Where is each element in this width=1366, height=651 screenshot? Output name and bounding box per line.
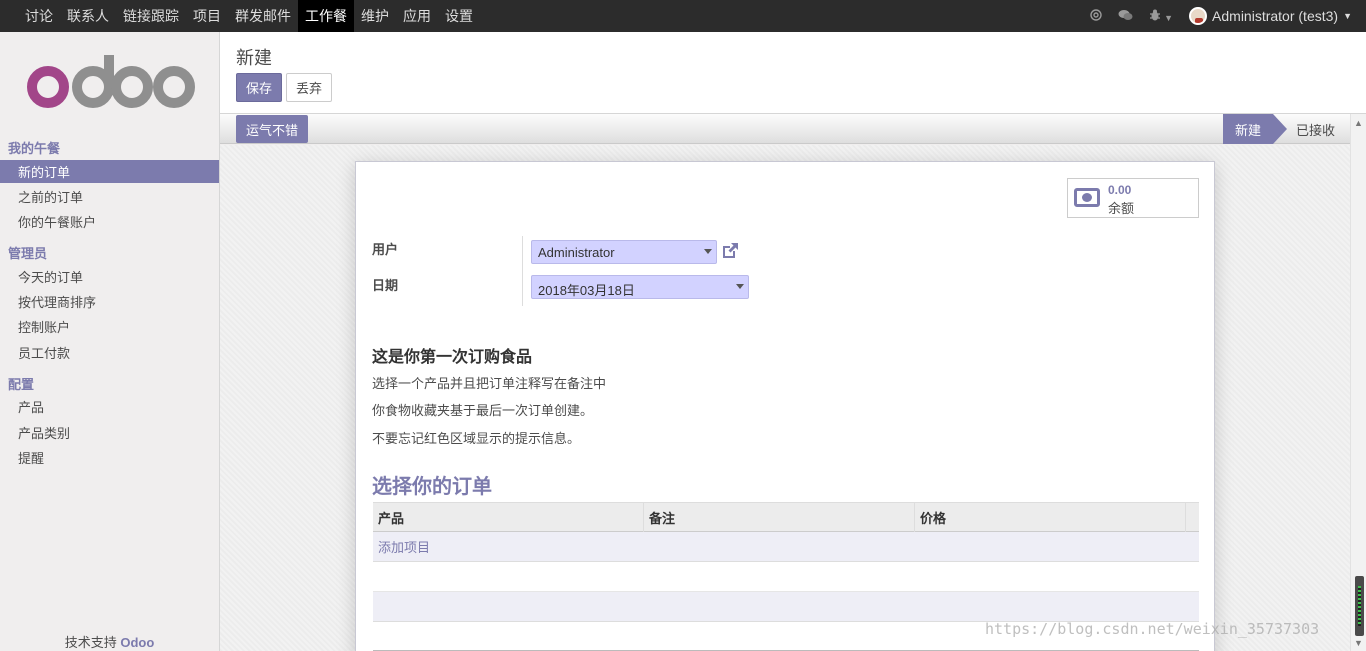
date-field-label: 日期 bbox=[372, 278, 399, 293]
order-table-header: 产品 备注 价格 bbox=[373, 502, 1199, 532]
external-link-icon[interactable] bbox=[720, 241, 740, 261]
sidebar-item-employee-payments[interactable]: 员工付款 bbox=[0, 341, 219, 364]
chevron-down-icon bbox=[736, 284, 744, 289]
sidebar-item-product-categories[interactable]: 产品类别 bbox=[0, 421, 219, 444]
section-my-lunch: 我的午餐 bbox=[8, 141, 61, 156]
date-value: 2018年03月18日 bbox=[538, 283, 635, 298]
table-row bbox=[373, 562, 1199, 592]
chevron-down-icon: ▼ bbox=[1164, 12, 1174, 23]
powered-by-brand-link[interactable]: Odoo bbox=[120, 635, 154, 650]
chat-bubbles-icon[interactable] bbox=[1118, 9, 1133, 24]
user-select-value: Administrator bbox=[538, 245, 615, 260]
sidebar-item-todays-orders[interactable]: 今天的订单 bbox=[0, 265, 219, 288]
column-note[interactable]: 备注 bbox=[644, 503, 915, 532]
sidebar-item-alerts[interactable]: 提醒 bbox=[0, 446, 219, 469]
table-row bbox=[373, 592, 1199, 622]
section-manager: 管理员 bbox=[8, 246, 48, 261]
top-menu: 讨论 联系人 链接跟踪 项目 群发邮件 工作餐 维护 应用 设置 bbox=[0, 0, 480, 32]
sidebar-item-products[interactable]: 产品 bbox=[0, 395, 219, 418]
user-name: Administrator (test3) bbox=[1212, 8, 1339, 24]
menu-contacts[interactable]: 联系人 bbox=[60, 0, 116, 32]
section-configuration: 配置 bbox=[8, 377, 35, 392]
scrollbar-thumb[interactable] bbox=[1355, 576, 1364, 636]
info-line-1: 选择一个产品并且把订单注释写在备注中 bbox=[372, 376, 607, 391]
sidebar-item-lunch-account[interactable]: 你的午餐账户 bbox=[0, 210, 219, 233]
powered-by-prefix: 技术支持 bbox=[64, 635, 117, 650]
user-field-label: 用户 bbox=[372, 242, 399, 257]
top-right-systray: ▼ Administrator (test3) ▼ bbox=[1090, 0, 1366, 32]
menu-settings[interactable]: 设置 bbox=[438, 0, 480, 32]
menu-apps[interactable]: 应用 bbox=[396, 0, 438, 32]
menu-lunch[interactable]: 工作餐 bbox=[298, 0, 354, 32]
stage-arrow bbox=[1273, 114, 1287, 144]
menu-maintenance[interactable]: 维护 bbox=[354, 0, 396, 32]
sidebar-item-control-accounts[interactable]: 控制账户 bbox=[0, 315, 219, 338]
powered-by: 技术支持 Odoo bbox=[0, 632, 219, 651]
vertical-scrollbar[interactable]: ▲ ▼ bbox=[1350, 114, 1366, 651]
date-picker[interactable]: 2018年03月18日 bbox=[531, 275, 749, 299]
stage-confirmed[interactable]: 已接收 bbox=[1296, 114, 1335, 144]
menu-link-tracker[interactable]: 链接跟踪 bbox=[116, 0, 186, 32]
column-price[interactable]: 价格 bbox=[915, 503, 1186, 532]
chevron-down-icon: ▼ bbox=[1343, 11, 1352, 21]
money-icon bbox=[1074, 188, 1100, 207]
watermark-text: https://blog.csdn.net/weixin_35737303 bbox=[985, 620, 1320, 638]
sidebar-item-new-order[interactable]: 新的订单 bbox=[0, 160, 219, 183]
balance-value: 0.00 bbox=[1108, 183, 1132, 197]
user-menu[interactable]: Administrator (test3) ▼ bbox=[1189, 7, 1352, 25]
breadcrumb: 新建 bbox=[236, 48, 272, 68]
first-order-title: 这是你第一次订购食品 bbox=[372, 349, 533, 366]
select-order-title: 选择你的订单 bbox=[372, 476, 492, 498]
control-panel: 新建 保存 丢弃 bbox=[220, 32, 1366, 114]
user-select[interactable]: Administrator bbox=[531, 240, 717, 264]
sidebar-item-by-vendor[interactable]: 按代理商排序 bbox=[0, 290, 219, 313]
bug-debug-icon[interactable]: ▼ bbox=[1149, 9, 1173, 24]
feeling-lucky-button[interactable]: 运气不错 bbox=[236, 115, 309, 143]
stage-new[interactable]: 新建 bbox=[1223, 114, 1273, 144]
info-line-2: 你食物收藏夹基于最后一次订单创建。 bbox=[372, 403, 594, 418]
field-separator bbox=[522, 236, 523, 306]
scroll-down-icon[interactable]: ▼ bbox=[1354, 638, 1363, 648]
menu-mass-mailing[interactable]: 群发邮件 bbox=[228, 0, 298, 32]
column-product[interactable]: 产品 bbox=[373, 503, 644, 532]
form-sheet: 0.00 余额 用户 日期 Administrator 2018年03月18日 … bbox=[355, 161, 1215, 651]
scroll-up-icon[interactable]: ▲ bbox=[1354, 118, 1363, 128]
balance-label: 余额 bbox=[1108, 201, 1135, 216]
discard-button[interactable]: 丢弃 bbox=[286, 73, 332, 102]
chevron-down-icon bbox=[704, 249, 712, 254]
add-item-link[interactable]: 添加项目 bbox=[373, 532, 1199, 562]
sidebar-item-previous-orders[interactable]: 之前的订单 bbox=[0, 185, 219, 208]
save-button[interactable]: 保存 bbox=[236, 73, 282, 102]
menu-project[interactable]: 项目 bbox=[186, 0, 228, 32]
form-statusbar: 运气不错 新建 已接收 bbox=[220, 114, 1350, 144]
avatar bbox=[1189, 7, 1208, 25]
balance-stat-button[interactable]: 0.00 余额 bbox=[1067, 178, 1199, 218]
menu-discuss[interactable]: 讨论 bbox=[18, 0, 60, 32]
odoo-logo[interactable] bbox=[26, 52, 196, 116]
sidebar: 我的午餐 新的订单 之前的订单 你的午餐账户 管理员 今天的订单 按代理商排序 … bbox=[0, 32, 220, 651]
top-navbar: 讨论 联系人 链接跟踪 项目 群发邮件 工作餐 维护 应用 设置 ▼ Admin… bbox=[0, 0, 1366, 32]
at-sign-icon[interactable] bbox=[1090, 8, 1102, 24]
info-line-3: 不要忘记红色区域显示的提示信息。 bbox=[372, 431, 581, 446]
